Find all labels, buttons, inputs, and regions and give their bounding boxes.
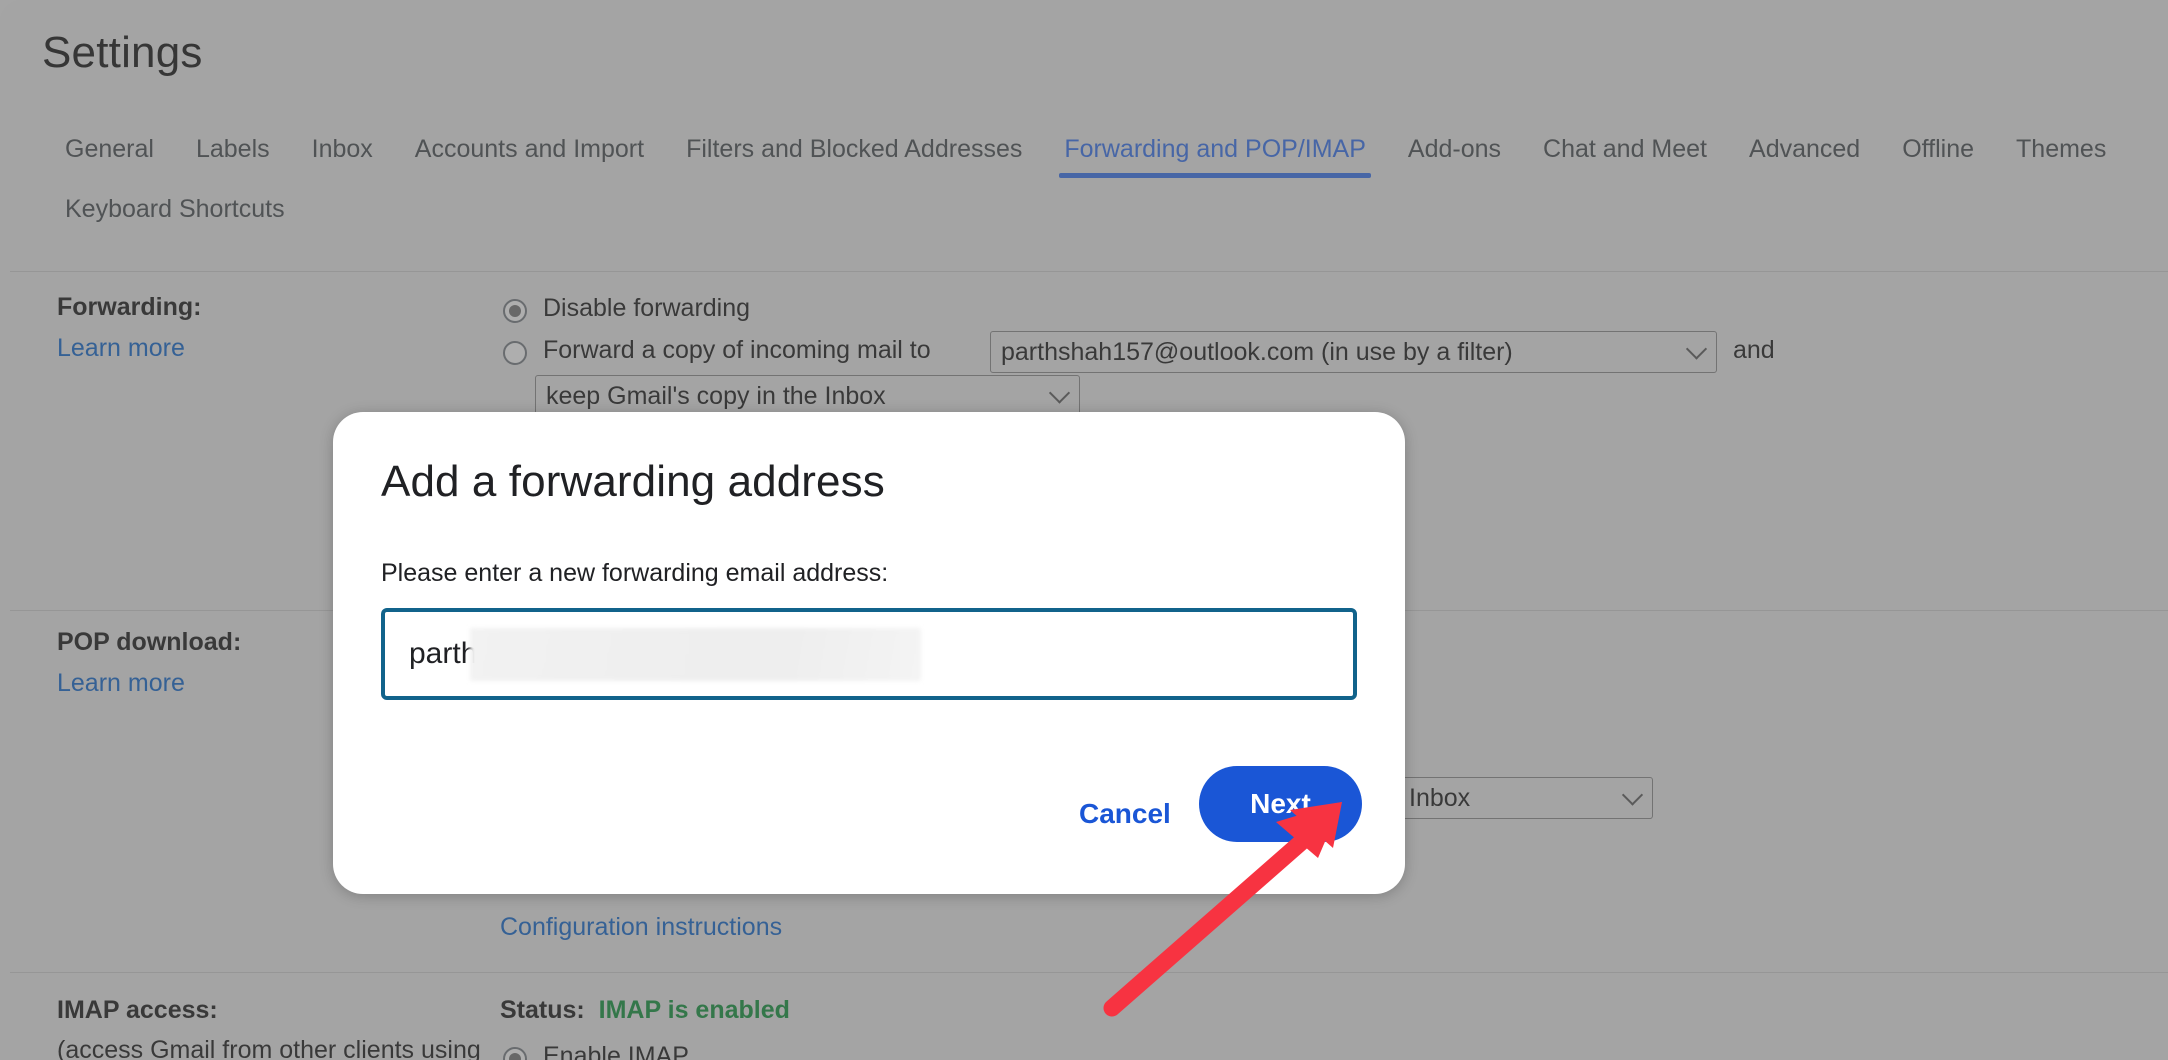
forwarding-address-value: parthshah157@outlook.com (in use by a fi… [1001,338,1513,366]
radio-enable-imap[interactable] [503,1047,527,1060]
tab-add-ons[interactable]: Add-ons [1387,126,1522,186]
tab-labels[interactable]: Labels [175,126,291,186]
pop-learn-more-link[interactable]: Learn more [57,669,185,698]
tab-label: Keyboard Shortcuts [65,195,285,223]
imap-status-row: Status: IMAP is enabled [500,996,790,1025]
tab-label: Inbox [311,135,373,163]
forwarding-copy-action-value: keep Gmail's copy in the Inbox [546,382,886,410]
cancel-button[interactable]: Cancel [1063,790,1187,838]
chevron-down-icon [1621,784,1644,806]
tab-label: Offline [1902,135,1975,163]
label-disable-forwarding: Disable forwarding [543,294,751,322]
divider-imap [10,972,2168,973]
tab-label: Filters and Blocked Addresses [686,135,1023,163]
tab-label: Chat and Meet [1543,135,1708,163]
dialog-prompt: Please enter a new forwarding email addr… [381,559,889,587]
imap-status-label: Status: [500,996,592,1024]
imap-status-value: IMAP is enabled [598,996,790,1024]
radio-disable-forwarding[interactable] [503,299,527,323]
forwarding-copy-action-select[interactable]: keep Gmail's copy in the Inbox [535,375,1080,417]
forwarding-section-label: Forwarding: [57,293,202,321]
pop-configuration-instructions-link[interactable]: Configuration instructions [500,913,782,942]
chevron-down-icon [1685,338,1708,360]
forwarding-address-select[interactable]: parthshah157@outlook.com (in use by a fi… [990,331,1717,373]
tab-label: Accounts and Import [414,135,645,163]
label-forward-copy: Forward a copy of incoming mail to [543,336,931,364]
dialog-title: Add a forwarding address [381,457,885,506]
forwarding-learn-more-link[interactable]: Learn more [57,334,185,363]
tab-label: Themes [2016,135,2107,163]
page-title: Settings [42,28,203,77]
tab-inbox[interactable]: Inbox [291,126,394,186]
imap-section-label: IMAP access: [57,996,218,1024]
pop-destination-value: Inbox [1409,784,1471,812]
label-enable-imap: Enable IMAP [543,1042,689,1060]
tab-label: Add-ons [1407,135,1502,163]
chevron-down-icon [1048,382,1071,404]
pop-section-label: POP download: [57,628,242,656]
tab-label: Advanced [1749,135,1861,163]
tab-keyboard-shortcuts[interactable]: Keyboard Shortcuts [44,186,306,246]
tab-accounts-and-import[interactable]: Accounts and Import [394,126,665,186]
tab-label: Forwarding and POP/IMAP [1064,135,1366,163]
label-and: and [1733,336,1775,364]
tab-offline[interactable]: Offline [1881,126,1995,186]
redaction-overlay [470,628,921,681]
tab-forwarding-and-pop-imap[interactable]: Forwarding and POP/IMAP [1043,126,1387,186]
imap-section-note: (access Gmail from other clients using [57,1036,481,1060]
next-button[interactable]: Next [1199,766,1362,842]
tab-advanced[interactable]: Advanced [1728,126,1881,186]
tab-themes[interactable]: Themes [1995,126,2127,186]
tab-filters-and-blocked-addresses[interactable]: Filters and Blocked Addresses [665,126,1043,186]
tab-label: Labels [195,135,270,163]
tab-chat-and-meet[interactable]: Chat and Meet [1522,126,1728,186]
tab-label: General [65,135,154,163]
tab-general[interactable]: General [44,126,175,186]
radio-forward-copy[interactable] [503,341,527,365]
forwarding-email-input[interactable]: parths [381,608,1357,700]
pop-destination-select[interactable]: Inbox [1398,777,1653,819]
settings-tab-bar: General Labels Inbox Accounts and Import Fil… [44,126,2154,246]
divider-forwarding [10,271,2168,272]
